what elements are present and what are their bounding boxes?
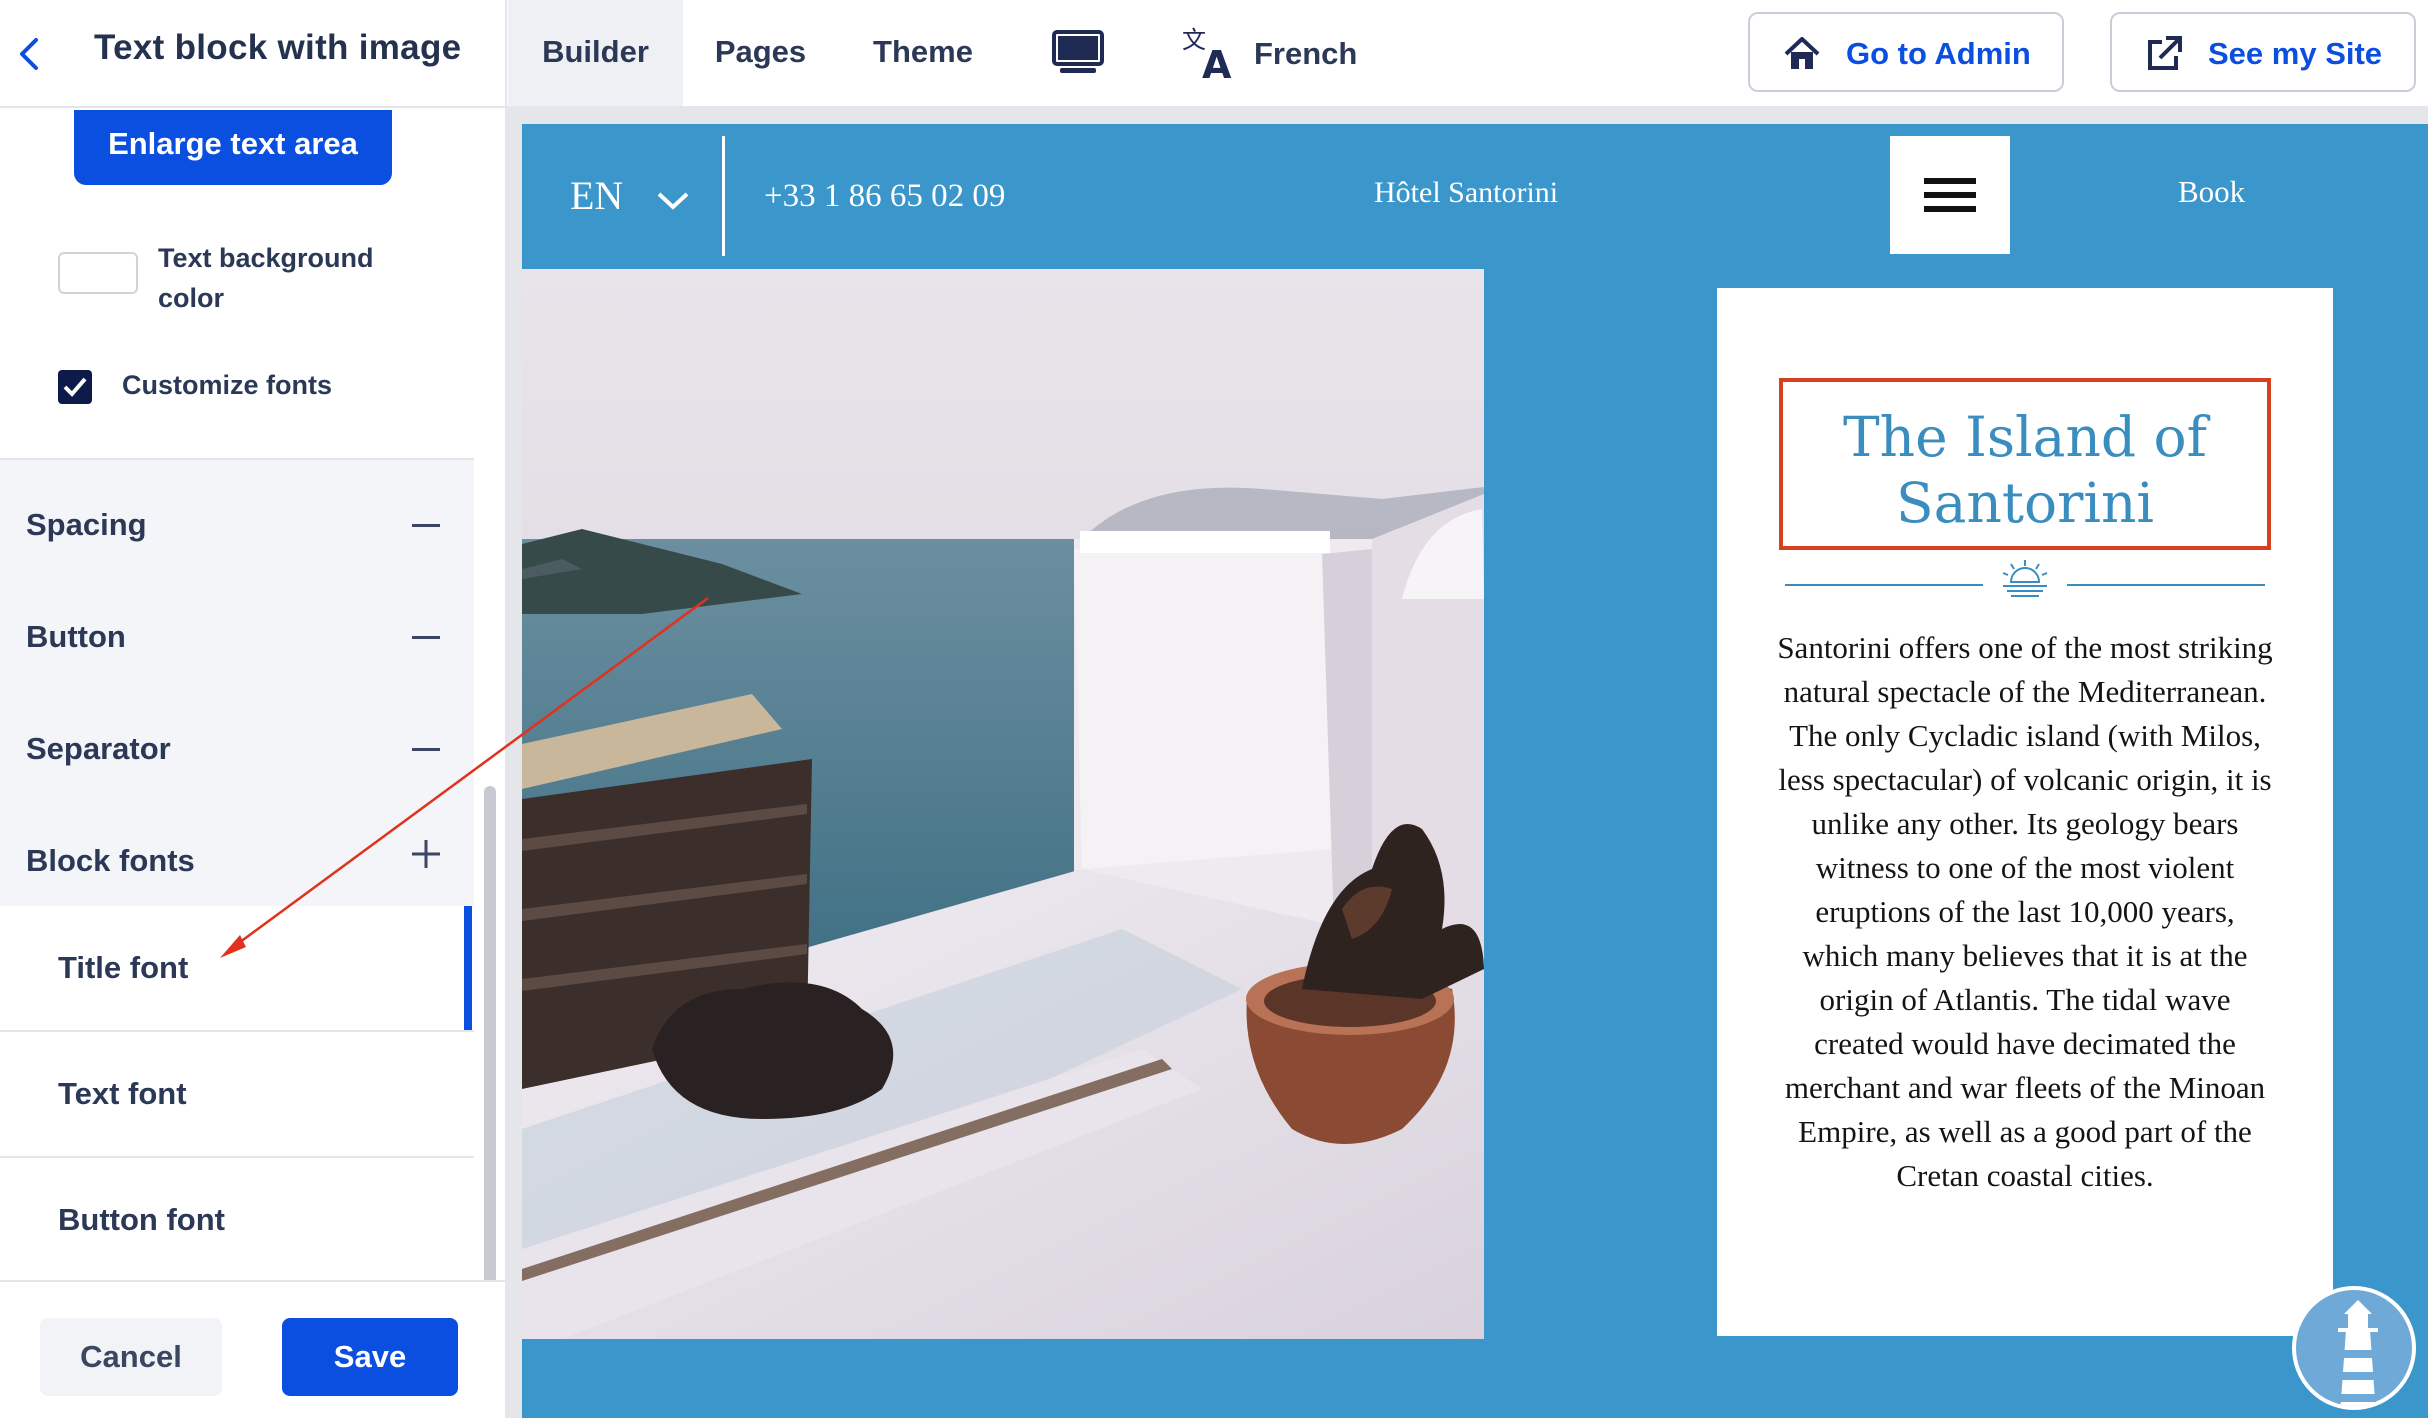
tab-builder[interactable]: Builder — [508, 0, 683, 106]
top-bar: Text block with image Builder Pages Them… — [0, 0, 2428, 108]
accordion-button[interactable]: Button — [26, 619, 126, 655]
minus-icon[interactable] — [412, 524, 440, 527]
active-indicator — [464, 906, 472, 1030]
panel-title: Text block with image — [94, 28, 462, 67]
home-icon — [1784, 37, 1820, 69]
checkmark-icon — [63, 377, 87, 397]
title-font-item[interactable]: Title font — [0, 906, 474, 1030]
minus-icon[interactable] — [412, 636, 440, 639]
site-hotel-name[interactable]: Hôtel Santorini — [1374, 176, 1558, 210]
hamburger-icon — [1924, 206, 1976, 212]
customize-fonts-label: Customize fonts — [122, 370, 333, 400]
minus-icon[interactable] — [412, 748, 440, 751]
go-to-admin-button[interactable]: Go to Admin — [1748, 12, 2064, 92]
cancel-button[interactable]: Cancel — [40, 1318, 222, 1396]
see-my-site-button[interactable]: See my Site — [2110, 12, 2416, 92]
plus-icon[interactable] — [410, 838, 442, 870]
accordion-spacing[interactable]: Spacing — [26, 507, 147, 543]
text-background-color-swatch[interactable] — [58, 252, 138, 294]
text-background-color-label: Text background color — [158, 243, 374, 313]
tab-pages[interactable]: Pages — [693, 0, 828, 106]
external-link-icon — [2148, 36, 2182, 70]
save-button[interactable]: Save — [282, 1318, 458, 1396]
enlarge-text-area-button[interactable]: Enlarge text area — [74, 110, 392, 185]
chevron-down-icon[interactable] — [656, 190, 690, 212]
title-highlight-box: The Island of Santorini — [1779, 378, 2271, 550]
divider — [722, 136, 725, 256]
accordion-block-fonts[interactable]: Block fonts — [26, 843, 195, 879]
svg-text:A: A — [1202, 43, 1232, 82]
block-text[interactable]: Santorini offers one of the most strikin… — [1775, 626, 2275, 1198]
text-card: The Island of Santorini Santorini offers… — [1717, 288, 2333, 1336]
translate-icon[interactable]: 文 A — [1180, 22, 1238, 82]
separator-line — [2067, 584, 2265, 586]
book-link[interactable]: Book — [2178, 174, 2245, 210]
accordion-separator[interactable]: Separator — [26, 731, 171, 767]
site-preview: EN +33 1 86 65 02 09 Hôtel Santorini Boo… — [522, 124, 2428, 1418]
title-font-label: Title font — [58, 950, 189, 985]
divider — [505, 0, 507, 108]
settings-panel: Enlarge text area Text background color … — [0, 110, 505, 1418]
santorini-photo — [522, 269, 1484, 1339]
hamburger-icon — [1924, 192, 1976, 198]
chevron-left-icon[interactable] — [14, 34, 44, 74]
go-to-admin-label: Go to Admin — [1846, 36, 2031, 71]
site-language-selector[interactable]: EN — [570, 172, 623, 219]
block-title[interactable]: The Island of Santorini — [1783, 404, 2267, 536]
desktop-icon[interactable] — [1050, 28, 1106, 80]
help-chat-button[interactable] — [2292, 1286, 2416, 1410]
separator-line — [1785, 584, 1983, 586]
see-my-site-label: See my Site — [2208, 36, 2383, 71]
sunrise-icon — [2002, 560, 2048, 597]
customize-fonts-checkbox[interactable] — [58, 370, 92, 404]
button-font-label: Button font — [58, 1202, 225, 1237]
panel-footer: Cancel Save — [0, 1280, 505, 1418]
text-font-item[interactable]: Text font — [0, 1032, 474, 1156]
tab-theme[interactable]: Theme — [848, 0, 998, 106]
language-selector[interactable]: French — [1254, 36, 1357, 72]
button-font-item[interactable]: Button font — [0, 1158, 474, 1282]
hamburger-icon — [1924, 178, 1976, 184]
menu-button[interactable] — [1890, 136, 2010, 254]
text-font-label: Text font — [58, 1076, 187, 1111]
site-phone[interactable]: +33 1 86 65 02 09 — [764, 178, 1005, 215]
